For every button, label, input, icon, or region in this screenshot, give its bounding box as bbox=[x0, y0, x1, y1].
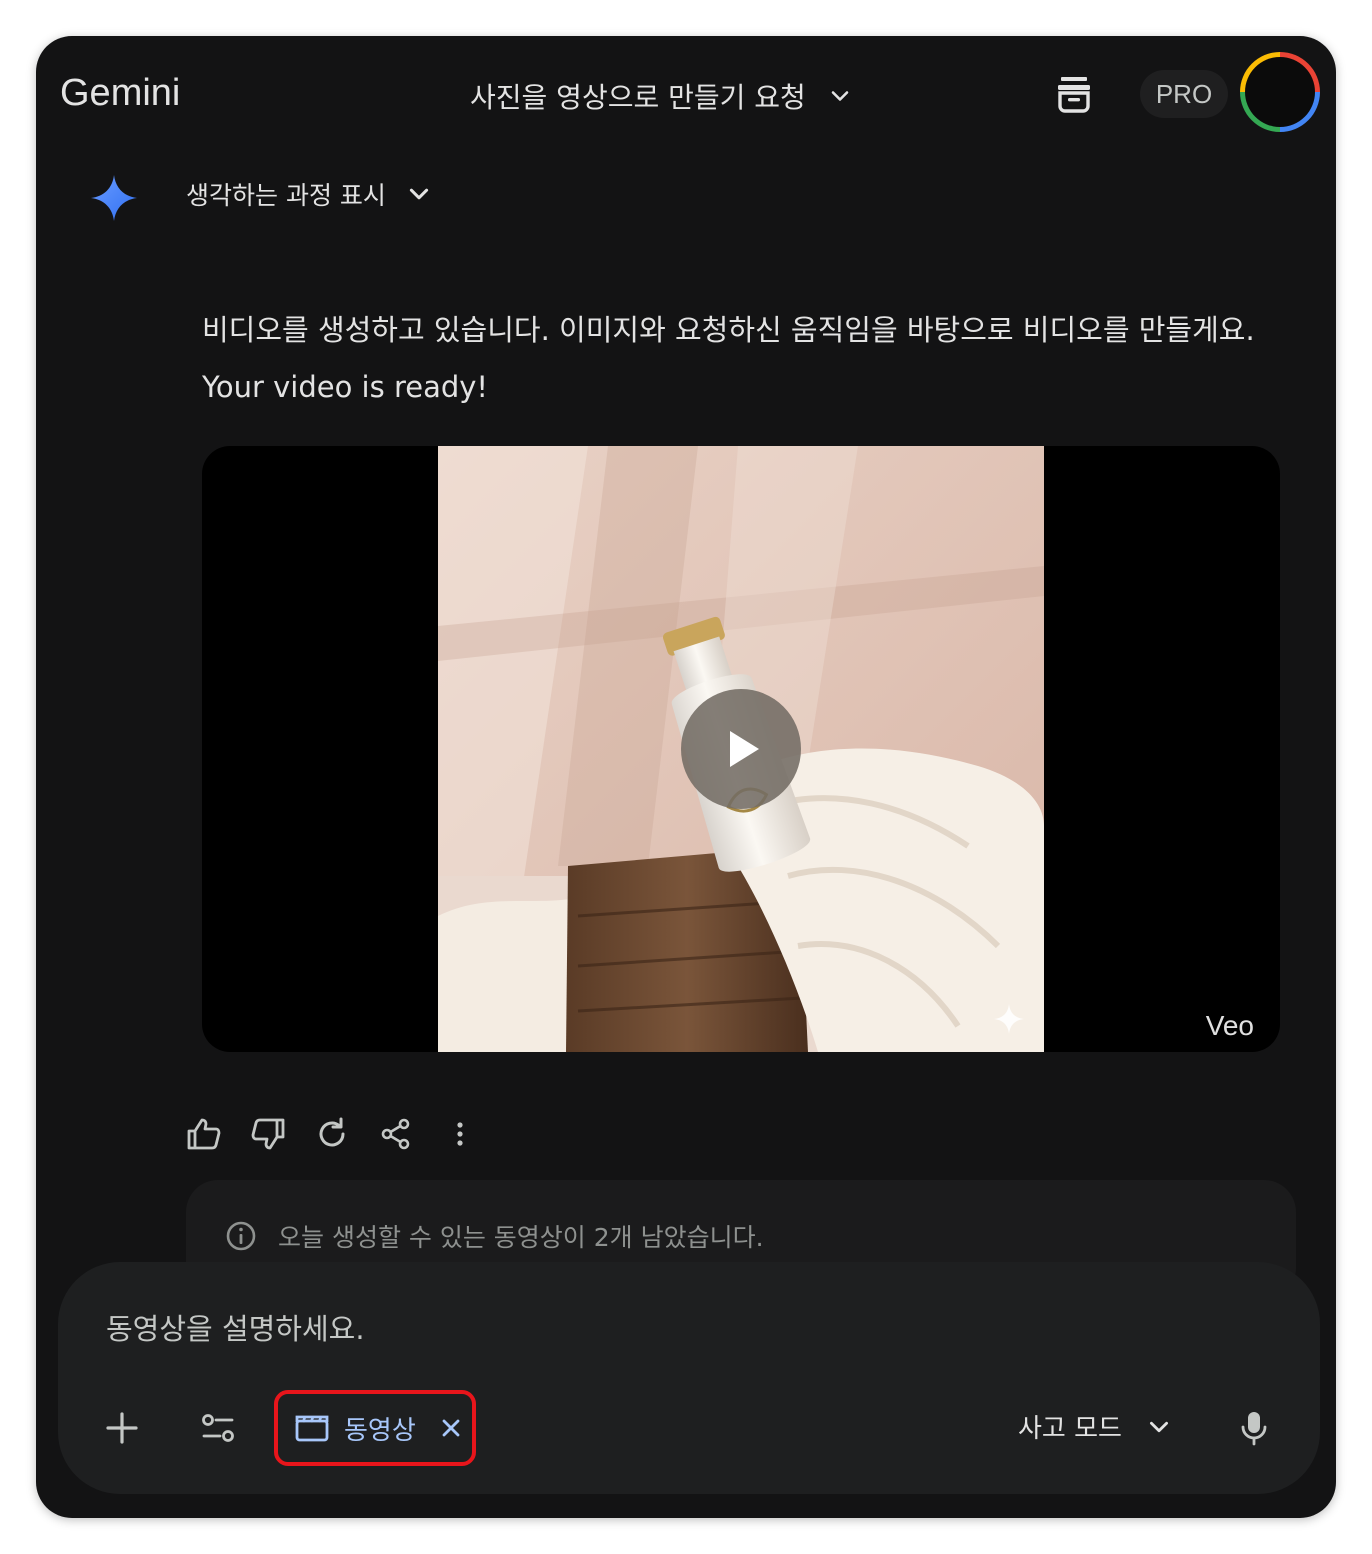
play-button[interactable] bbox=[681, 689, 801, 809]
chevron-down-icon bbox=[409, 188, 429, 200]
thumbs-up-button[interactable] bbox=[182, 1112, 226, 1156]
gemini-sparkle-icon bbox=[91, 175, 137, 221]
regenerate-button[interactable] bbox=[310, 1112, 354, 1156]
chevron-down-icon bbox=[831, 91, 849, 101]
microphone-icon bbox=[1241, 1412, 1267, 1446]
video-mode-chip-label: 동영상 bbox=[344, 1415, 416, 1446]
sparkle-watermark-icon bbox=[994, 1004, 1024, 1034]
prompt-composer: 동영상을 설명하세요. 동영상 사고 모드 bbox=[58, 1262, 1320, 1494]
thinking-mode-label: 사고 모드 bbox=[1018, 1414, 1122, 1444]
share-button[interactable] bbox=[374, 1112, 418, 1156]
app-window: Gemini 사진을 영상으로 만들기 요청 PRO 생각하는 과정 표시 비디… bbox=[36, 36, 1336, 1518]
veo-watermark: Veo bbox=[1205, 1010, 1254, 1041]
conversation-title-dropdown[interactable]: 사진을 영상으로 만들기 요청 bbox=[470, 76, 852, 116]
brand-logo[interactable]: Gemini bbox=[60, 72, 180, 115]
thumbs-up-icon bbox=[187, 1118, 221, 1150]
clapperboard-icon bbox=[295, 1415, 329, 1442]
prompt-input[interactable]: 동영상을 설명하세요. bbox=[106, 1306, 365, 1348]
show-thinking-label: 생각하는 과정 표시 bbox=[186, 181, 386, 210]
conversation-title: 사진을 영상으로 만들기 요청 bbox=[470, 81, 806, 114]
remove-chip-button[interactable] bbox=[440, 1417, 462, 1439]
info-icon bbox=[226, 1221, 256, 1251]
response-actions bbox=[182, 1112, 482, 1156]
more-vert-icon bbox=[457, 1122, 463, 1146]
more-options-button[interactable] bbox=[438, 1112, 482, 1156]
tune-icon bbox=[202, 1414, 234, 1442]
chevron-down-icon bbox=[1149, 1421, 1168, 1432]
close-icon bbox=[442, 1419, 460, 1437]
redo-icon bbox=[319, 1117, 345, 1147]
avatar[interactable] bbox=[1240, 52, 1320, 132]
plus-icon bbox=[106, 1412, 138, 1444]
show-thinking-toggle[interactable]: 생각하는 과정 표시 bbox=[186, 176, 432, 212]
add-button[interactable] bbox=[96, 1402, 148, 1454]
tools-button[interactable] bbox=[192, 1402, 244, 1454]
video-player[interactable]: Veo bbox=[202, 446, 1280, 1052]
archive-icon[interactable] bbox=[1052, 72, 1096, 116]
quota-notice-text: 오늘 생성할 수 있는 동영상이 2개 남았습니다. bbox=[278, 1223, 764, 1252]
thinking-mode-selector[interactable]: 사고 모드 bbox=[1018, 1408, 1172, 1445]
play-icon bbox=[730, 731, 759, 767]
share-icon bbox=[381, 1118, 410, 1150]
pro-badge[interactable]: PRO bbox=[1140, 70, 1228, 118]
thumbs-down-icon bbox=[251, 1118, 285, 1150]
microphone-button[interactable] bbox=[1228, 1402, 1280, 1454]
response-text: 비디오를 생성하고 있습니다. 이미지와 요청하신 움직임을 바탕으로 비디오를… bbox=[202, 313, 1255, 404]
video-mode-chip[interactable]: 동영상 bbox=[274, 1390, 476, 1466]
thumbs-down-button[interactable] bbox=[246, 1112, 290, 1156]
